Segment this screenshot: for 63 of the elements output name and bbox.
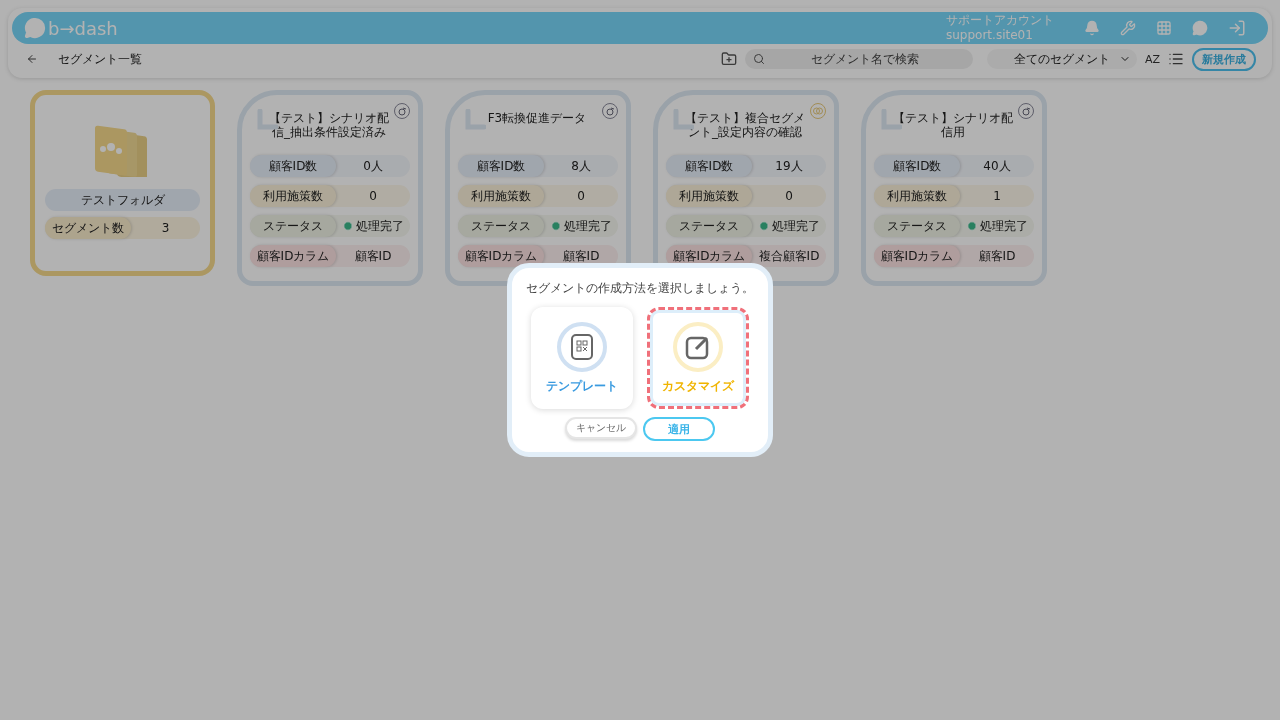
edit-icon (673, 321, 723, 372)
new-folder-icon[interactable] (720, 51, 737, 67)
stat-label: 利用施策数 (458, 185, 544, 207)
stat-value: 0 (369, 189, 377, 203)
stat-value: 処理完了 (771, 217, 820, 235)
logout-icon[interactable] (1228, 19, 1246, 37)
account-id: support.site01 (946, 28, 1034, 43)
logo-icon (24, 17, 46, 39)
stat-label: 利用施策数 (250, 185, 336, 207)
list-view-icon[interactable] (1168, 51, 1184, 67)
stat-value: 処理完了 (563, 217, 612, 235)
search-icon (752, 53, 765, 65)
stat-value: 0人 (363, 157, 383, 175)
wrench-icon[interactable] (1120, 20, 1136, 36)
count-label: セグメント数 (45, 217, 131, 239)
page-corner-icon (672, 109, 694, 131)
stat-label: 利用施策数 (666, 185, 752, 207)
segment-filter-select[interactable]: 全てのセグメント (986, 49, 1137, 69)
count-value: 3 (160, 221, 171, 235)
stat-label: 顧客ID数 (458, 155, 544, 177)
stat-label: ステータス (250, 215, 336, 237)
account-name: サポートアカウント (946, 13, 1054, 28)
stat-label: ステータス (666, 215, 752, 237)
segment-card[interactable]: 【テスト】シナリオ配信_抽出条件設定済み 顧客ID数 0人 利用施策数 0 ステータス 処理完了 顧客IDカラム 顧客ID (237, 90, 423, 286)
template-icon (557, 321, 607, 372)
segment-card[interactable]: 【テスト】シナリオ配信用 顧客ID数 40人 利用施策数 1 ステータス 処理完了 顧客IDカラム 顧客ID (861, 90, 1047, 286)
segment-title: F3転換促進データ (487, 111, 587, 125)
stat-value: 複合顧客ID (758, 247, 820, 265)
bell-icon[interactable] (1084, 20, 1100, 36)
page-title: セグメント一覧 (58, 50, 143, 68)
stat-label: 顧客ID数 (250, 155, 336, 177)
segment-title: 【テスト】シナリオ配信_抽出条件設定済み (268, 111, 390, 139)
stat-value: 0 (577, 189, 585, 203)
folder-card[interactable]: テストフォルダ セグメント数 3 (30, 90, 215, 276)
stat-value: 0 (785, 189, 793, 203)
folder-name: テストフォルダ (45, 189, 200, 211)
page-corner-icon (880, 109, 902, 131)
back-icon[interactable] (26, 53, 38, 65)
stat-value: 処理完了 (979, 217, 1028, 235)
stat-label: 顧客IDカラム (874, 245, 960, 267)
stat-value: 8人 (571, 157, 591, 175)
stat-label: 顧客IDカラム (458, 245, 544, 267)
stat-label: 顧客ID数 (666, 155, 752, 177)
search-field[interactable]: セグメント名で検索 (744, 49, 973, 69)
stat-value: 1 (993, 189, 1001, 203)
stat-value: 顧客ID (562, 247, 600, 265)
stat-label: ステータス (458, 215, 544, 237)
page-corner-icon (464, 109, 486, 131)
stat-value: 顧客ID (978, 247, 1016, 265)
chat-icon[interactable] (1192, 20, 1208, 36)
stat-label: 顧客IDカラム (250, 245, 336, 267)
grid-icon[interactable] (1156, 20, 1172, 36)
sort-button[interactable]: AZ (1144, 52, 1160, 66)
segment-title: 【テスト】シナリオ配信用 (892, 111, 1014, 139)
stat-value: 19人 (775, 157, 803, 175)
cancel-button[interactable]: キャンセル (565, 417, 637, 439)
logo-text: b→dash (48, 17, 118, 39)
stat-value: 処理完了 (355, 217, 404, 235)
stat-value: 40人 (983, 157, 1011, 175)
stat-label: 利用施策数 (874, 185, 960, 207)
stat-label: ステータス (874, 215, 960, 237)
stat-value: 顧客ID (354, 247, 392, 265)
stat-label: 顧客ID数 (874, 155, 960, 177)
